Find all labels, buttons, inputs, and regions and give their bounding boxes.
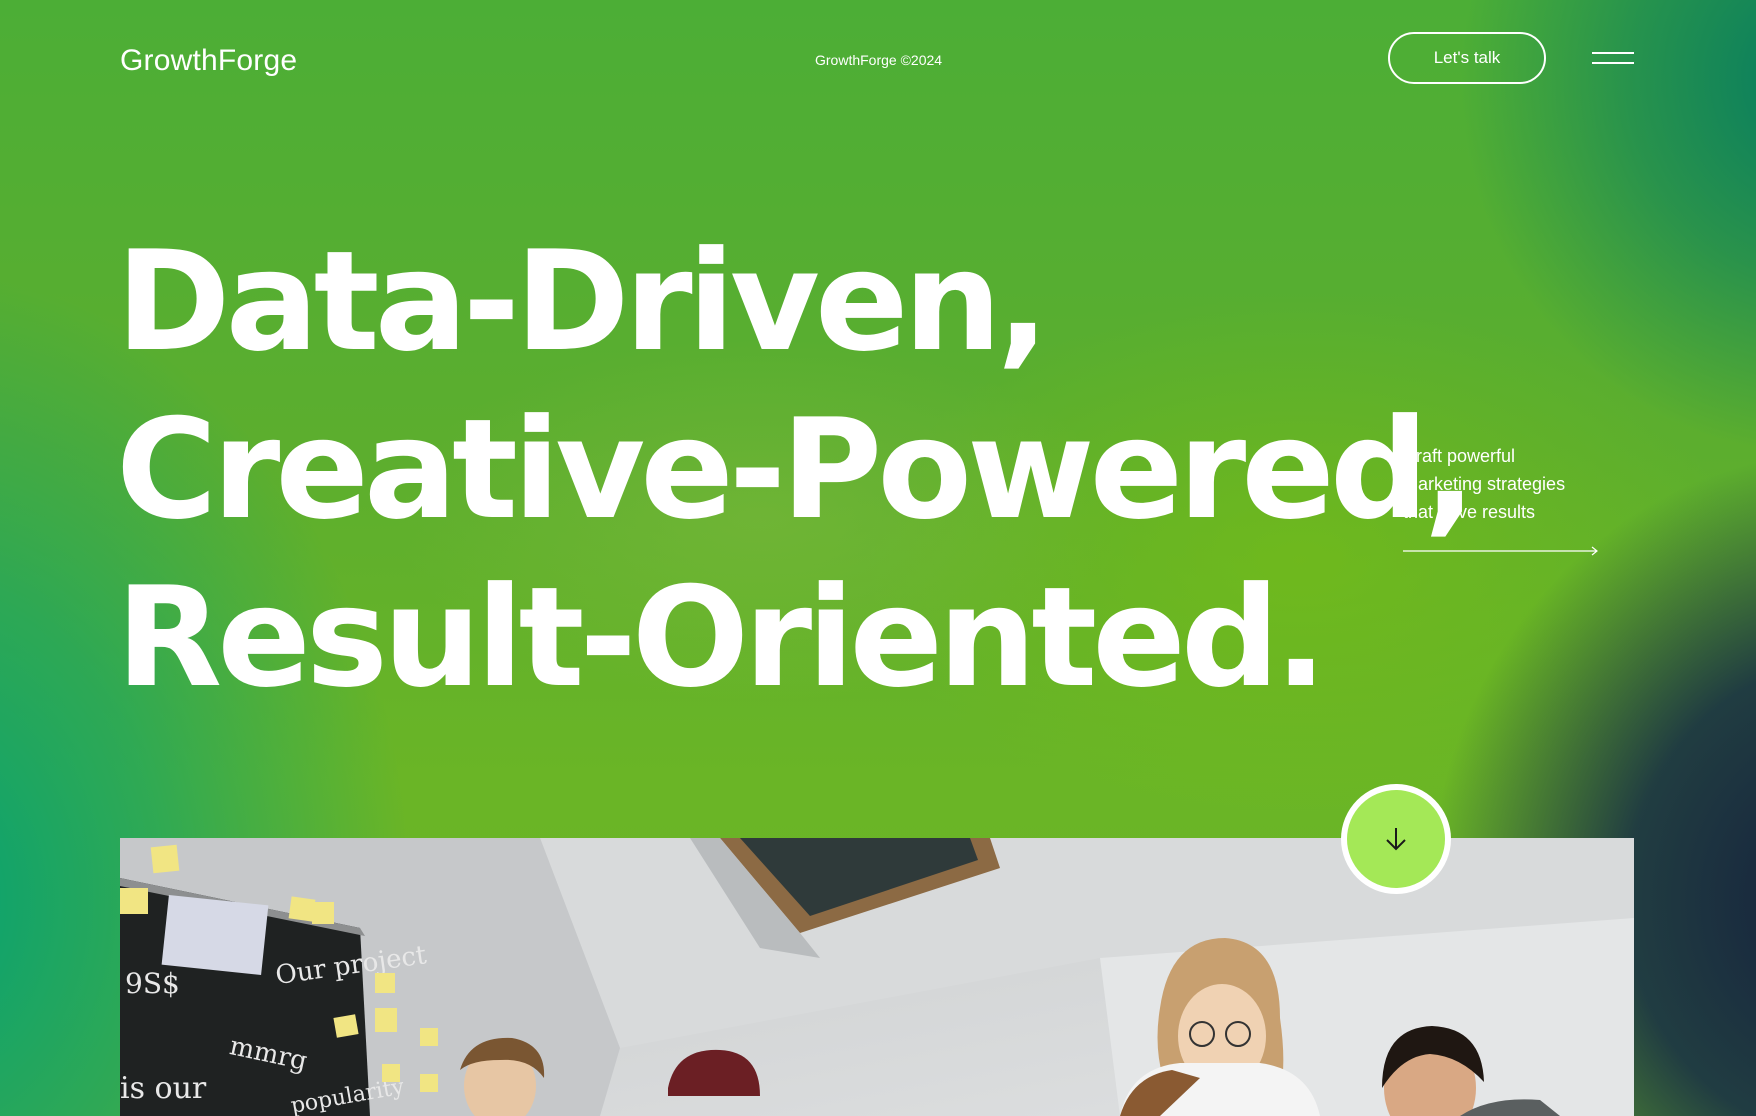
lets-talk-button[interactable]: Let's talk (1388, 32, 1546, 84)
arrow-right-icon[interactable] (1403, 544, 1599, 558)
headline-line: Data-Driven, (116, 221, 1049, 382)
tagline-line: Craft powerful (1403, 446, 1516, 466)
arrow-down-icon (1386, 828, 1406, 851)
tagline-line: marketing strategies (1403, 474, 1566, 494)
headline-line: Creative-Powered, (116, 389, 1476, 550)
hero-tagline: Craft powerful marketing strategies that… (1403, 442, 1623, 526)
menu-line (1592, 62, 1634, 64)
hero-section: GrowthForge GrowthForge ©2024 Let's talk… (0, 0, 1756, 1116)
svg-text:9S$: 9S$ (125, 967, 180, 1000)
hamburger-icon[interactable] (1592, 50, 1636, 66)
copyright-text: GrowthForge ©2024 (815, 52, 943, 68)
tagline-line: that drive results (1403, 502, 1536, 522)
headline-line: Result-Oriented. (116, 557, 1327, 718)
scroll-down-button[interactable] (1341, 784, 1451, 894)
svg-text:is our: is our (120, 1071, 207, 1106)
hero-headline: Data-Driven, Creative-Powered, Result-Or… (116, 218, 1476, 722)
menu-line (1592, 52, 1634, 54)
scroll-down-inner (1347, 790, 1445, 888)
logo[interactable]: GrowthForge (120, 44, 297, 78)
